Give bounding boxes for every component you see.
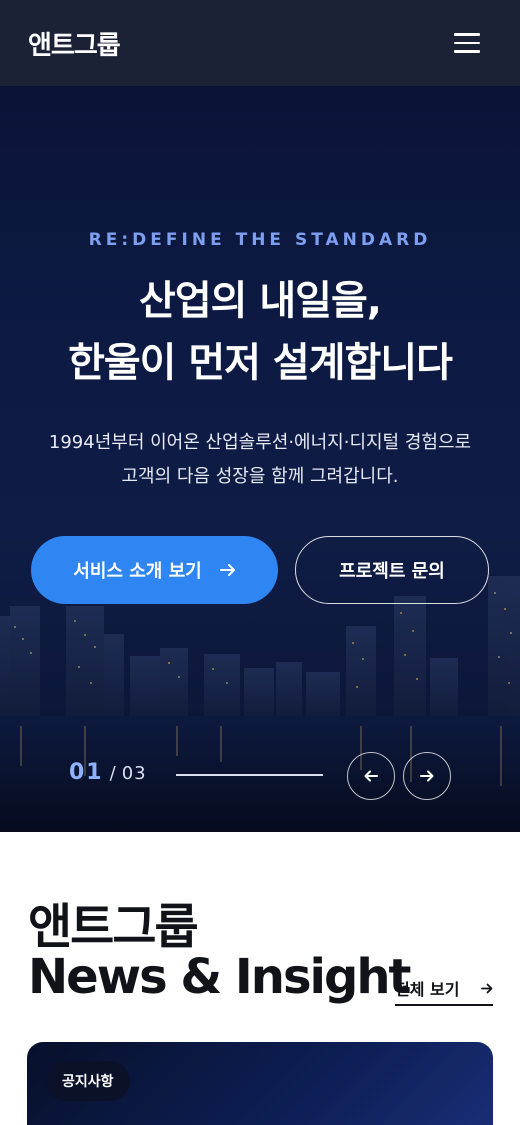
slide-current: 01 xyxy=(69,760,104,785)
slide-total: 03 xyxy=(121,763,147,784)
service-intro-button-label: 서비스 소개 보기 xyxy=(73,561,202,582)
hero-section: RE:DEFINE THE STANDARD 산업의 내일을, 한울이 먼저 설… xyxy=(0,86,520,832)
news-category-badge: 공지사항 xyxy=(46,1061,130,1101)
news-card[interactable]: 공지사항 xyxy=(27,1042,493,1125)
prev-slide-button[interactable] xyxy=(347,752,395,800)
view-all-label: 전체 보기 xyxy=(395,980,460,999)
hamburger-menu-icon[interactable] xyxy=(454,33,480,53)
service-intro-button[interactable]: 서비스 소개 보기 xyxy=(31,536,278,604)
next-slide-button[interactable] xyxy=(403,752,451,800)
slide-progress-fill xyxy=(176,774,323,776)
arrow-right-icon xyxy=(219,564,235,576)
project-inquiry-button[interactable]: 프로젝트 문의 xyxy=(295,536,489,604)
hero-description: 1994년부터 이어온 산업솔루션·에너지·디지털 경험으로 고객의 다음 성장… xyxy=(0,426,520,494)
slide-separator: / xyxy=(109,763,116,784)
view-all-link[interactable]: 전체 보기 xyxy=(395,972,493,1006)
hero-title-line1: 산업의 내일을, xyxy=(139,278,382,324)
header: 앤트그룹 xyxy=(0,0,520,86)
slide-counter: 01 / 03 xyxy=(69,760,147,785)
hero-eyebrow: RE:DEFINE THE STANDARD xyxy=(88,230,432,250)
hero-title: 산업의 내일을, 한울이 먼저 설계합니다 xyxy=(0,270,520,394)
news-section-title: 앤트그룹 News & Insight xyxy=(28,899,411,1005)
hero-title-line2: 한울이 먼저 설계합니다 xyxy=(68,340,453,386)
slide-progress-bar xyxy=(176,774,323,776)
arrow-left-icon xyxy=(364,770,378,782)
news-title-line1: 앤트그룹 xyxy=(28,899,199,955)
hero-description-line2: 고객의 다음 성장을 함께 그려갑니다. xyxy=(121,466,399,487)
arrow-right-icon xyxy=(420,770,434,782)
hero-description-line1: 1994년부터 이어온 산업솔루션·에너지·디지털 경험으로 xyxy=(48,432,472,453)
arrow-right-icon xyxy=(481,983,493,993)
news-title-line2: News & Insight xyxy=(28,949,411,1005)
logo[interactable]: 앤트그룹 xyxy=(28,25,121,62)
